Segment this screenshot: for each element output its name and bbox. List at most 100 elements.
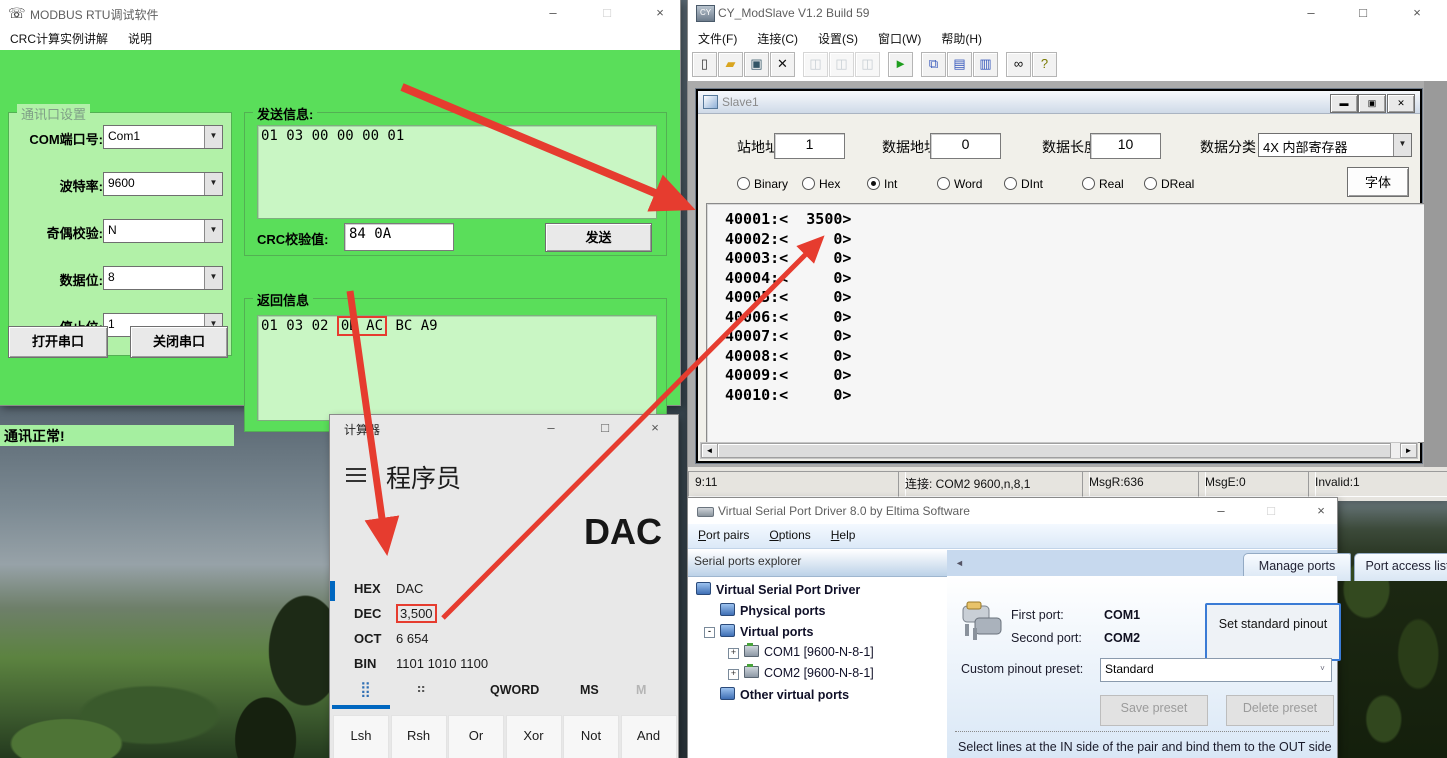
tree-item[interactable]: +COM1 [9600-N-8-1] — [744, 645, 874, 663]
menu-item[interactable]: Options — [759, 524, 820, 542]
tree-item[interactable]: Other virtual ports — [720, 687, 849, 705]
radio-circle[interactable] — [1082, 177, 1095, 190]
preset-combo[interactable]: Standard ˅ — [1100, 658, 1332, 682]
new-file-icon[interactable]: ▯ — [692, 52, 717, 77]
save-icon[interactable]: ▣ — [744, 52, 769, 77]
register-row[interactable]: 40002:< 0> — [725, 230, 1431, 250]
scroll-left-icon[interactable]: ◄ — [701, 443, 718, 458]
minimize-button[interactable]: – — [1296, 3, 1326, 23]
mdi-close-button[interactable]: ✕ — [1387, 94, 1415, 113]
calc-button-xor[interactable]: Xor — [506, 715, 562, 758]
send-button[interactable]: 发送 — [545, 223, 652, 252]
radio-circle[interactable] — [737, 177, 750, 190]
radio-hex[interactable]: Hex — [802, 177, 840, 191]
chevron-down-icon[interactable]: ▼ — [204, 126, 222, 148]
radio-circle[interactable] — [1144, 177, 1157, 190]
radio-dint[interactable]: DInt — [1004, 177, 1043, 191]
font-button[interactable]: 字体 — [1347, 167, 1409, 197]
close-button[interactable]: × — [640, 418, 670, 438]
find-icon[interactable]: ∞ — [1006, 52, 1031, 77]
base-row-bin[interactable]: BIN1101 1010 1100 — [354, 656, 488, 678]
tab-scroll-chevron-icon[interactable]: ◄ — [955, 558, 964, 568]
slave-field-input[interactable]: 1 — [774, 133, 845, 159]
menu-item[interactable]: CRC计算实例讲解 — [0, 26, 118, 47]
close-button[interactable]: × — [645, 3, 675, 23]
mdi-minimize-button[interactable]: ▬ — [1330, 94, 1358, 113]
radio-circle[interactable] — [1004, 177, 1017, 190]
connect-icon[interactable]: ► — [888, 52, 913, 77]
register-row[interactable]: 40004:< 0> — [725, 269, 1431, 289]
calc-button-or[interactable]: Or — [448, 715, 504, 758]
port-setting-combo[interactable]: 9600▼ — [103, 172, 223, 196]
register-row[interactable]: 40003:< 0> — [725, 249, 1431, 269]
radio-word[interactable]: Word — [937, 177, 982, 191]
menu-item[interactable]: 说明 — [118, 26, 162, 47]
help-icon[interactable]: ? — [1032, 52, 1057, 77]
menu-item[interactable]: Port pairs — [688, 524, 759, 542]
radio-binary[interactable]: Binary — [737, 177, 788, 191]
radio-circle[interactable] — [867, 177, 880, 190]
radio-dreal[interactable]: DReal — [1144, 177, 1194, 191]
base-row-dec[interactable]: DEC3,500 — [354, 606, 437, 628]
calc-button-not[interactable]: Not — [563, 715, 619, 758]
menu-item[interactable]: 连接(C) — [747, 26, 808, 47]
minimize-button[interactable]: – — [536, 418, 566, 438]
maximize-button[interactable]: □ — [1348, 3, 1378, 23]
open-folder-icon[interactable]: ▰ — [718, 52, 743, 77]
horizontal-scrollbar[interactable]: ◄ ► — [700, 442, 1418, 459]
menu-item[interactable]: 文件(F) — [688, 26, 747, 47]
register-row[interactable]: 40005:< 0> — [725, 288, 1431, 308]
tree-item[interactable]: +COM2 [9600-N-8-1] — [744, 666, 874, 684]
register-row[interactable]: 40007:< 0> — [725, 327, 1431, 347]
radio-real[interactable]: Real — [1082, 177, 1124, 191]
full-keypad-icon[interactable]: ⣿ — [360, 680, 371, 698]
expander-plus-icon[interactable]: + — [728, 669, 739, 680]
menu-item[interactable]: 设置(S) — [808, 26, 868, 47]
recv-data-textarea[interactable]: 01 03 02 0D AC BC A9 — [257, 315, 657, 421]
set-standard-pinout-button[interactable]: Set standard pinout — [1205, 603, 1341, 661]
tree-item[interactable]: Physical ports — [720, 603, 825, 621]
maximize-button[interactable]: □ — [590, 418, 620, 438]
cascade-windows-icon[interactable]: ⧉ — [921, 52, 946, 77]
menu-item[interactable]: Help — [821, 524, 866, 542]
register-row[interactable]: 40008:< 0> — [725, 347, 1431, 367]
maximize-button[interactable]: □ — [592, 3, 622, 23]
scrollbar-thumb[interactable] — [717, 443, 1391, 458]
tree-item[interactable]: -Virtual ports — [720, 624, 813, 642]
scroll-right-icon[interactable]: ► — [1400, 443, 1417, 458]
calc-button-and[interactable]: And — [621, 715, 677, 758]
delete-preset-button[interactable]: Delete preset — [1226, 695, 1334, 726]
register-row[interactable]: 40010:< 0> — [725, 386, 1431, 406]
port-setting-combo[interactable]: 8▼ — [103, 266, 223, 290]
memory-dropdown-button[interactable]: M — [636, 683, 646, 697]
bit-keypad-icon[interactable]: ⠶ — [416, 680, 426, 697]
chevron-down-icon[interactable]: ▼ — [204, 220, 222, 242]
expander-plus-icon[interactable]: + — [728, 648, 739, 659]
register-row[interactable]: 40006:< 0> — [725, 308, 1431, 328]
base-row-oct[interactable]: OCT6 654 — [354, 631, 429, 653]
chevron-down-icon[interactable]: ˅ — [1314, 659, 1331, 681]
calc-button-rsh[interactable]: Rsh — [391, 715, 447, 758]
close-button[interactable]: × — [1402, 3, 1432, 23]
memory-store-button[interactable]: MS — [580, 683, 599, 697]
register-list[interactable]: 40001:< 3500>40002:< 0>40003:< 0>40004:<… — [706, 203, 1432, 443]
register-row[interactable]: 40009:< 0> — [725, 366, 1431, 386]
slave-field-input[interactable]: 10 — [1090, 133, 1161, 159]
register-row[interactable]: 40001:< 3500> — [725, 210, 1431, 230]
radio-circle[interactable] — [802, 177, 815, 190]
minimize-button[interactable]: – — [538, 3, 568, 23]
word-size-button[interactable]: QWORD — [490, 683, 539, 697]
delete-icon[interactable]: ✕ — [770, 52, 795, 77]
hamburger-menu-icon[interactable] — [346, 468, 366, 482]
open-serial-button[interactable]: 打开串口 — [8, 326, 108, 358]
tile-horizontal-icon[interactable]: ▤ — [947, 52, 972, 77]
expander-minus-icon[interactable]: - — [704, 627, 715, 638]
maximize-button[interactable]: □ — [1256, 501, 1286, 521]
category-combo[interactable]: 4X 内部寄存器 ▼ — [1258, 133, 1412, 157]
tree-item[interactable]: Virtual Serial Port Driver — [696, 582, 860, 600]
menu-item[interactable]: 窗口(W) — [868, 26, 931, 47]
chevron-down-icon[interactable]: ▼ — [204, 267, 222, 289]
close-serial-button[interactable]: 关闭串口 — [130, 326, 228, 358]
slave-field-input[interactable]: 0 — [930, 133, 1001, 159]
calc-button-lsh[interactable]: Lsh — [333, 715, 389, 758]
